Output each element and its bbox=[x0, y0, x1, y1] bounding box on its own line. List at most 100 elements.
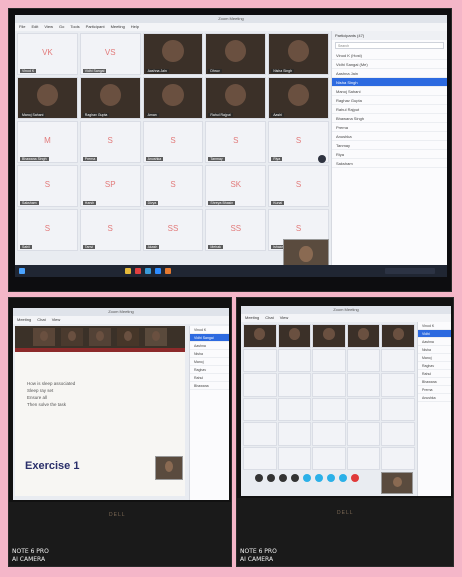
participant-tile[interactable] bbox=[381, 324, 415, 348]
participant-tile[interactable] bbox=[277, 422, 312, 446]
participant-tile[interactable] bbox=[312, 324, 346, 348]
participant-tile[interactable] bbox=[243, 373, 277, 397]
participant-tile[interactable]: SS Akash bbox=[142, 209, 204, 251]
participant-tile[interactable]: Raghav Gupta bbox=[79, 77, 141, 119]
participant-list-item[interactable]: Aashna bbox=[418, 338, 451, 346]
participant-list-item[interactable]: Prerna bbox=[418, 386, 451, 394]
participant-tile[interactable] bbox=[277, 373, 312, 397]
menu-item[interactable]: Edit bbox=[31, 24, 38, 29]
participant-tile[interactable]: Aashna Jain bbox=[142, 33, 204, 75]
participant-tile[interactable] bbox=[312, 348, 346, 372]
participant-tile[interactable]: S Kunal bbox=[268, 165, 329, 207]
participant-tile[interactable] bbox=[381, 348, 415, 372]
participant-tile[interactable]: Rahul Rajput bbox=[205, 77, 267, 119]
participants-icon[interactable] bbox=[291, 474, 299, 482]
participant-list-item[interactable]: Prerna bbox=[332, 123, 447, 132]
participant-tile[interactable]: Aman bbox=[142, 77, 204, 119]
participant-tile[interactable] bbox=[243, 348, 277, 372]
participant-tile[interactable]: Aashi bbox=[268, 77, 329, 119]
participant-list-item[interactable]: Bhawana bbox=[418, 378, 451, 386]
participant-list-item[interactable]: Raghav bbox=[418, 362, 451, 370]
participant-list-item[interactable]: Rahul bbox=[418, 370, 451, 378]
participant-tile[interactable] bbox=[312, 446, 346, 470]
menu-item[interactable]: Meeting bbox=[111, 24, 125, 29]
participant-tile[interactable]: VS Vidhi Sangai bbox=[79, 33, 141, 75]
participant-list-item[interactable]: Vidhi Sangai bbox=[190, 334, 229, 342]
participant-list-item[interactable]: Vidhi bbox=[418, 330, 451, 338]
participant-tile[interactable]: S Tanvi bbox=[79, 209, 141, 251]
participant-list-item[interactable]: Aashna Jain bbox=[332, 69, 447, 78]
participant-tile[interactable] bbox=[277, 348, 312, 372]
participant-list-item[interactable]: Manoj bbox=[190, 358, 229, 366]
browser-icon[interactable] bbox=[135, 268, 141, 274]
menu-item[interactable]: File bbox=[19, 24, 25, 29]
participant-tile[interactable] bbox=[243, 422, 277, 446]
participant-tile[interactable] bbox=[243, 324, 277, 348]
participant-tile[interactable]: M Bhawana Singh bbox=[17, 121, 78, 163]
zoom-icon[interactable] bbox=[155, 268, 161, 274]
participant-tile[interactable] bbox=[346, 446, 381, 470]
menu-item[interactable]: Help bbox=[131, 24, 139, 29]
share-icon[interactable] bbox=[315, 474, 323, 482]
participant-tile[interactable] bbox=[381, 422, 415, 446]
participant-tile[interactable]: S Saksham bbox=[17, 165, 78, 207]
video-icon[interactable] bbox=[267, 474, 275, 482]
participant-list-item[interactable]: Vinod K bbox=[418, 322, 451, 330]
participant-list-item[interactable]: Manoj Sahani bbox=[332, 87, 447, 96]
explorer-icon[interactable] bbox=[125, 268, 131, 274]
participant-tile[interactable]: SS Mehak bbox=[205, 209, 267, 251]
start-icon[interactable] bbox=[19, 268, 25, 274]
participant-list-item[interactable]: Vinod K bbox=[190, 326, 229, 334]
participant-tile[interactable] bbox=[381, 373, 415, 397]
participant-list-item[interactable]: Nisha bbox=[190, 350, 229, 358]
participant-tile[interactable]: Manoj Sahani bbox=[17, 77, 78, 119]
menu-item[interactable]: Tools bbox=[70, 24, 79, 29]
participant-list-item[interactable]: Raghav Gupta bbox=[332, 96, 447, 105]
security-icon[interactable] bbox=[279, 474, 287, 482]
participant-list-item[interactable]: Manoj bbox=[418, 354, 451, 362]
menu-item[interactable]: Chat bbox=[37, 317, 45, 322]
self-view-video[interactable] bbox=[155, 456, 183, 480]
participant-tile[interactable] bbox=[346, 348, 381, 372]
participant-search-input[interactable]: Search bbox=[335, 42, 444, 49]
participant-tile[interactable] bbox=[312, 397, 346, 421]
reactions-icon[interactable] bbox=[339, 474, 347, 482]
participant-tile[interactable]: S Sahil bbox=[17, 209, 78, 251]
participant-tile[interactable] bbox=[381, 397, 415, 421]
participant-tile[interactable] bbox=[346, 422, 381, 446]
leave-icon[interactable] bbox=[351, 474, 359, 482]
participant-tile[interactable] bbox=[312, 422, 346, 446]
participant-tile[interactable] bbox=[277, 446, 312, 470]
participant-list-item[interactable]: Tanmay bbox=[332, 141, 447, 150]
participant-list-item[interactable]: Vinod K (Host) bbox=[332, 51, 447, 60]
mute-icon[interactable] bbox=[255, 474, 263, 482]
participant-tile[interactable] bbox=[243, 397, 277, 421]
more-options-icon[interactable] bbox=[318, 155, 326, 163]
participant-list-item[interactable]: Aashna bbox=[190, 342, 229, 350]
menu-item[interactable]: Chat bbox=[265, 315, 273, 320]
participant-tile[interactable]: VK Vinod K bbox=[17, 33, 78, 75]
participant-tile[interactable]: S Tanmay bbox=[205, 121, 267, 163]
participant-tile[interactable]: Dhruv bbox=[205, 33, 267, 75]
menu-item[interactable]: Meeting bbox=[245, 315, 259, 320]
participant-list-item[interactable]: Rahul Rajput bbox=[332, 105, 447, 114]
participant-tile[interactable]: SP Harsh bbox=[79, 165, 141, 207]
media-icon[interactable] bbox=[165, 268, 171, 274]
participant-list-item[interactable]: Nisha Singh bbox=[332, 78, 447, 87]
participant-list-item[interactable]: Bhawana bbox=[190, 382, 229, 390]
participant-tile[interactable] bbox=[381, 446, 415, 470]
participant-tile[interactable] bbox=[346, 397, 381, 421]
participant-tile[interactable]: Nisha Singh bbox=[268, 33, 329, 75]
participant-tile[interactable]: SK Shreya Bhasin bbox=[205, 165, 267, 207]
participant-list-item[interactable]: Nisha bbox=[418, 346, 451, 354]
participant-list-item[interactable]: Riya bbox=[332, 150, 447, 159]
participant-list-item[interactable]: Anushka bbox=[418, 394, 451, 402]
participant-list-item[interactable]: Saksham bbox=[332, 159, 447, 168]
record-icon[interactable] bbox=[327, 474, 335, 482]
participant-list-item[interactable]: Raghav bbox=[190, 366, 229, 374]
participant-list-item[interactable]: Bhawana Singh bbox=[332, 114, 447, 123]
participant-list-item[interactable]: Rahul bbox=[190, 374, 229, 382]
participant-tile[interactable]: S Anushka bbox=[142, 121, 204, 163]
participant-tile[interactable]: S Prerna bbox=[79, 121, 141, 163]
participant-list-item[interactable]: Vidhi Sangai (Me) bbox=[332, 60, 447, 69]
